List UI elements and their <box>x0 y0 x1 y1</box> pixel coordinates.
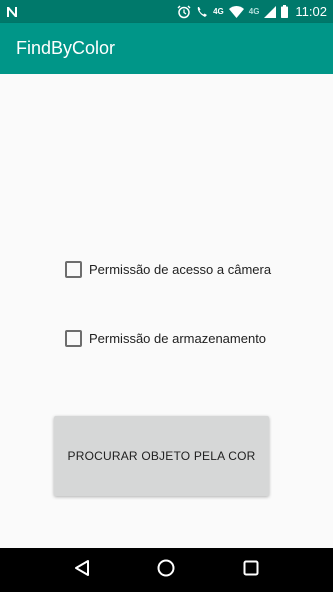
back-icon <box>74 559 90 582</box>
status-bar: 4G 4G 11:02 <box>0 0 333 23</box>
main-content: Permissão de acesso a câmera Permissão d… <box>0 74 333 548</box>
wifi-call-icon <box>196 6 208 18</box>
camera-permission-checkbox[interactable]: Permissão de acesso a câmera <box>65 261 271 278</box>
recents-button[interactable] <box>231 550 271 590</box>
n-notification-icon <box>6 6 18 18</box>
app-title: FindByColor <box>16 38 116 58</box>
storage-permission-checkbox[interactable]: Permissão de armazenamento <box>65 330 266 347</box>
network-4g-label: 4G <box>213 7 224 16</box>
wifi-icon <box>228 5 244 18</box>
status-time: 11:02 <box>295 4 327 19</box>
battery-icon <box>281 5 289 18</box>
navigation-bar <box>0 548 333 592</box>
storage-permission-label[interactable]: Permissão de armazenamento <box>89 331 266 346</box>
recents-icon <box>243 560 259 581</box>
signal-icon <box>264 5 277 18</box>
screen: 4G 4G 11:02 FindByColor Permissão de ace… <box>0 0 333 592</box>
camera-permission-label[interactable]: Permissão de acesso a câmera <box>89 262 271 277</box>
camera-permission-box[interactable] <box>65 261 82 278</box>
storage-permission-box[interactable] <box>65 330 82 347</box>
home-icon <box>157 559 175 582</box>
home-button[interactable] <box>146 550 186 590</box>
mobile-4g-label: 4G <box>248 7 260 16</box>
search-object-by-color-button[interactable]: PROCURAR OBJETO PELA COR <box>54 416 269 496</box>
back-button[interactable] <box>62 550 102 590</box>
app-bar: FindByColor <box>0 23 333 74</box>
alarm-icon <box>177 5 191 19</box>
